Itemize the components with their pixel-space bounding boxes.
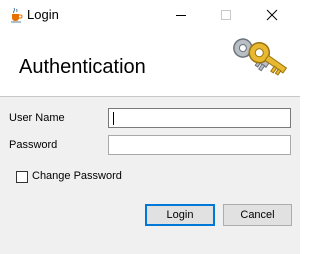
password-field[interactable] [108,135,291,155]
close-button[interactable] [255,0,289,30]
change-password-label[interactable]: Change Password [32,170,122,182]
window-title: Login [27,7,59,22]
login-form: User Name Password Change Password Login… [0,97,300,254]
minimize-icon [176,15,186,16]
title-bar: Login [0,0,300,30]
username-field[interactable] [108,108,291,128]
close-icon [266,9,278,21]
password-label: Password [9,139,58,151]
maximize-icon [221,10,231,20]
minimize-button[interactable] [164,0,198,30]
login-button[interactable]: Login [145,204,215,226]
cancel-button[interactable]: Cancel [223,204,292,226]
username-label: User Name [9,112,65,124]
text-caret [113,112,114,125]
header-panel: Authentication [0,30,300,96]
change-password-checkbox[interactable] [16,171,28,183]
java-cup-icon [8,7,24,23]
keys-icon [227,36,289,88]
maximize-button[interactable] [209,0,243,30]
page-title: Authentication [19,56,146,78]
